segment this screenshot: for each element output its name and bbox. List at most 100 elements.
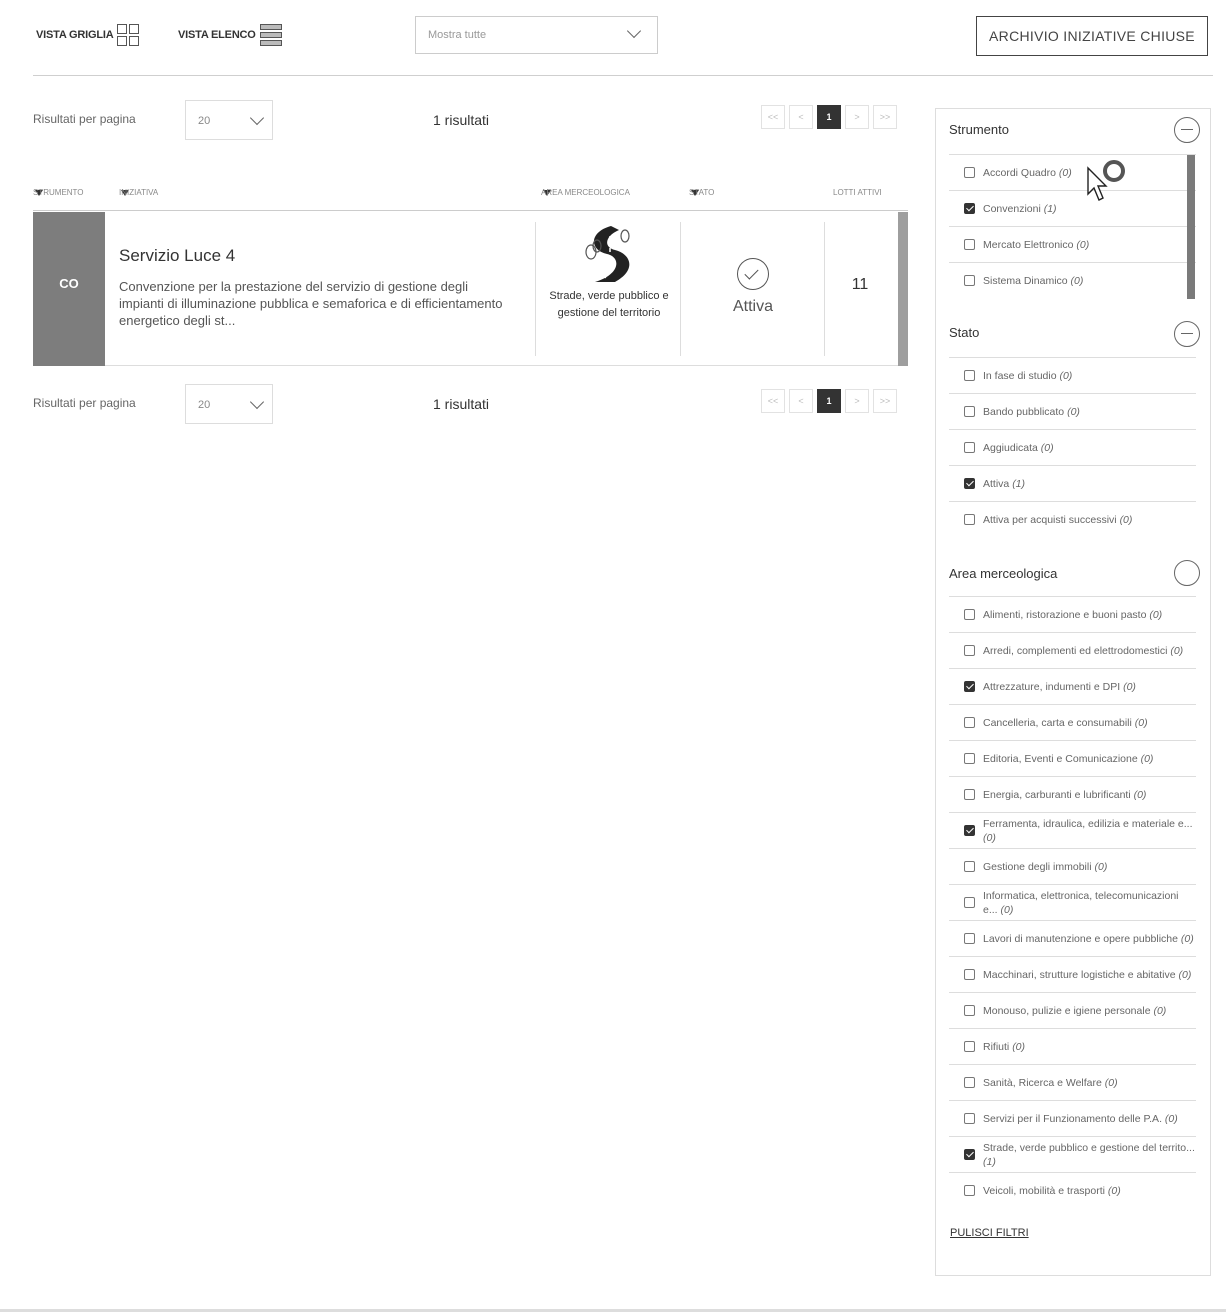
archive-button[interactable]: ARCHIVIO INIZIATIVE CHIUSE (976, 16, 1208, 56)
checkbox[interactable] (964, 645, 975, 656)
page-1-button[interactable]: 1 (817, 105, 841, 129)
checkbox[interactable] (964, 681, 975, 692)
filter-option[interactable]: Rifiuti (0) (949, 1028, 1196, 1064)
checkbox[interactable] (964, 609, 975, 620)
next-page-button[interactable]: > (845, 105, 869, 129)
filter-option[interactable]: Arredi, complementi ed elettrodomestici … (949, 632, 1196, 668)
filter-option[interactable]: Bando pubblicato (0) (949, 393, 1196, 429)
per-page-value: 20 (198, 399, 211, 411)
checkbox[interactable] (964, 969, 975, 980)
checkbox[interactable] (964, 1113, 975, 1124)
collapse-strumento-icon[interactable] (1174, 117, 1200, 143)
filter-option[interactable]: Sanità, Ricerca e Welfare (0) (949, 1064, 1196, 1100)
filter-option[interactable]: Macchinari, strutture logistiche e abita… (949, 956, 1196, 992)
checkbox[interactable] (964, 167, 975, 178)
filter-option[interactable]: Strade, verde pubblico e gestione del te… (949, 1136, 1196, 1172)
last-page-button[interactable]: >> (873, 105, 897, 129)
checkbox[interactable] (964, 825, 975, 836)
cell-divider (535, 222, 536, 356)
footer-divider (0, 1309, 1226, 1312)
checkbox[interactable] (964, 1149, 975, 1160)
filter-option[interactable]: Convenzioni (1) (949, 190, 1196, 226)
checkbox[interactable] (964, 406, 975, 417)
first-page-button[interactable]: << (761, 389, 785, 413)
filter-option[interactable]: Servizi per il Funzionamento delle P.A. … (949, 1100, 1196, 1136)
filter-strumento-title: Strumento (949, 122, 1009, 137)
checkbox[interactable] (964, 275, 975, 286)
initiative-description: Convenzione per la prestazione del servi… (119, 279, 503, 328)
checkbox[interactable] (964, 239, 975, 250)
show-all-select[interactable]: Mostra tutte (415, 16, 658, 54)
checkbox[interactable] (964, 861, 975, 872)
checkbox[interactable] (964, 203, 975, 214)
filter-option[interactable]: Cancelleria, carta e consumabili (0) (949, 704, 1196, 740)
checkbox[interactable] (964, 514, 975, 525)
filter-option-count: (0) (1123, 680, 1136, 693)
filter-option[interactable]: Accordi Quadro (0) (949, 154, 1196, 190)
checkbox[interactable] (964, 1185, 975, 1196)
filter-option-count: (1) (1043, 202, 1057, 215)
filter-option[interactable]: Sistema Dinamico (0) (949, 262, 1196, 298)
filter-option[interactable]: Aggiudicata (0) (949, 429, 1196, 465)
filter-option[interactable]: Informatica, elettronica, telecomunicazi… (949, 884, 1196, 920)
filter-scrollbar[interactable] (1187, 155, 1195, 299)
filter-option[interactable]: Attiva per acquisti successivi (0) (949, 501, 1196, 537)
table-row[interactable]: CO Servizio Luce 4 Convenzione per la pr… (33, 212, 908, 366)
checkbox[interactable] (964, 442, 975, 453)
filter-option-label: Macchinari, strutture logistiche e abita… (983, 968, 1192, 981)
prev-page-button[interactable]: < (789, 389, 813, 413)
checkbox[interactable] (964, 897, 975, 908)
col-iniziativa[interactable]: INIZIATIVA (119, 188, 158, 197)
list-icon (259, 24, 282, 46)
list-view-button[interactable]: VISTA ELENCO (178, 24, 282, 46)
per-page-select[interactable]: 20 (185, 100, 273, 140)
checkbox[interactable] (964, 478, 975, 489)
collapse-stato-icon[interactable] (1174, 321, 1200, 347)
last-page-button[interactable]: >> (873, 389, 897, 413)
pagination: << < 1 > >> (761, 105, 897, 129)
filter-option-count: (0) (1107, 1184, 1121, 1197)
first-page-button[interactable]: << (761, 105, 785, 129)
filter-option-count: (0) (1153, 1004, 1167, 1017)
collapse-area-icon[interactable] (1174, 560, 1200, 586)
filter-option[interactable]: In fase di studio (0) (949, 357, 1196, 393)
checkbox[interactable] (964, 753, 975, 764)
col-strumento[interactable]: STRUMENTO (33, 188, 84, 197)
checkbox[interactable] (964, 933, 975, 944)
col-stato[interactable]: STATO (689, 188, 714, 197)
filter-option[interactable]: Attrezzature, indumenti e DPI (0) (949, 668, 1196, 704)
filter-option-count: (0) (983, 831, 996, 844)
grid-icon (117, 24, 140, 46)
initiative-title[interactable]: Servizio Luce 4 (119, 246, 235, 266)
page-1-button[interactable]: 1 (817, 389, 841, 413)
filter-option[interactable]: Mercato Elettronico (0) (949, 226, 1196, 262)
filter-option[interactable]: Gestione degli immobili (0) (949, 848, 1196, 884)
status-label: Attiva (732, 298, 773, 315)
filter-option[interactable]: Ferramenta, idraulica, edilizia e materi… (949, 812, 1196, 848)
next-page-button[interactable]: > (845, 389, 869, 413)
per-page-select[interactable]: 20 (185, 384, 273, 424)
col-area[interactable]: AREA MERCEOLOGICA (541, 188, 630, 197)
prev-page-button[interactable]: < (789, 105, 813, 129)
filter-option[interactable]: Attiva (1) (949, 465, 1196, 501)
checkbox[interactable] (964, 1041, 975, 1052)
filter-option[interactable]: Lavori di manutenzione e opere pubbliche… (949, 920, 1196, 956)
filter-option[interactable]: Alimenti, ristorazione e buoni pasto (0) (949, 596, 1196, 632)
filter-option-count: (0) (1134, 716, 1148, 729)
checkbox[interactable] (964, 1077, 975, 1088)
filter-option[interactable]: Veicoli, mobilità e trasporti (0) (949, 1172, 1196, 1208)
check-circle-icon (737, 258, 769, 290)
cell-divider (680, 222, 681, 356)
per-page-value: 20 (198, 115, 211, 127)
checkbox[interactable] (964, 370, 975, 381)
filter-option[interactable]: Monouso, pulizie e igiene personale (0) (949, 992, 1196, 1028)
filter-option[interactable]: Energia, carburanti e lubrificanti (0) (949, 776, 1196, 812)
results-count: 1 risultati (433, 112, 490, 128)
grid-view-button[interactable]: VISTA GRIGLIA (36, 24, 140, 46)
checkbox[interactable] (964, 789, 975, 800)
checkbox[interactable] (964, 1005, 975, 1016)
filter-option[interactable]: Editoria, Eventi e Comunicazione (0) (949, 740, 1196, 776)
checkbox[interactable] (964, 717, 975, 728)
clear-filters-link[interactable]: PULISCI FILTRI (950, 1227, 1029, 1239)
filter-option-label: Bando pubblicato (0) (983, 405, 1080, 418)
